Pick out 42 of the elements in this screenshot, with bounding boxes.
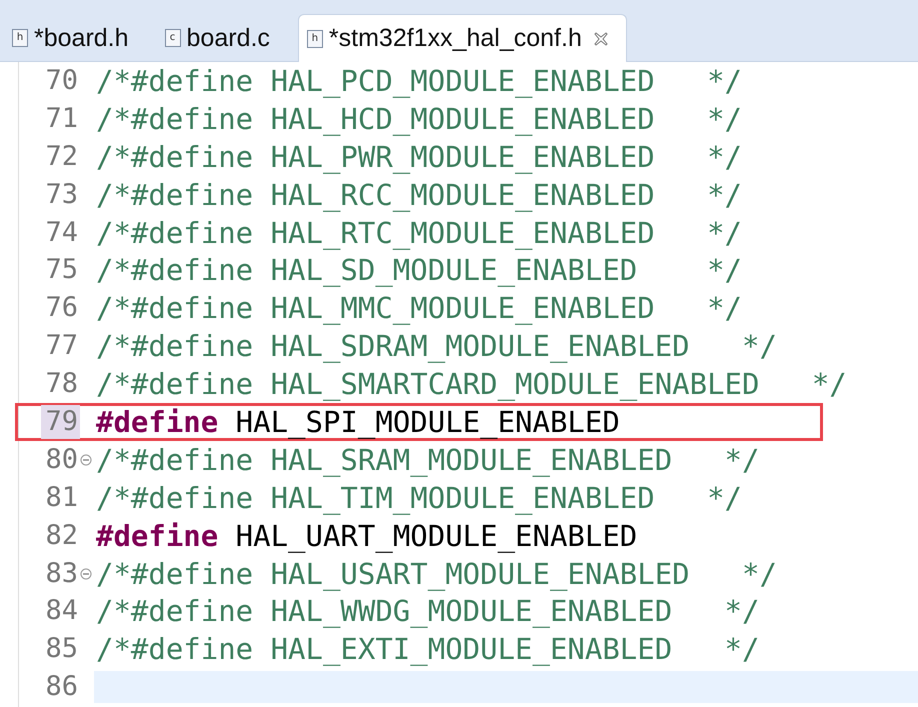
line-number: 76 (44, 291, 79, 326)
code-comment: /*#define HAL_PWR_MODULE_ENABLED */ (96, 140, 742, 174)
close-icon[interactable] (594, 32, 608, 46)
line-number: 83 (44, 556, 79, 591)
code-comment: /*#define HAL_RCC_MODULE_ENABLED */ (96, 178, 742, 212)
code-comment: /*#define HAL_RTC_MODULE_ENABLED */ (96, 216, 742, 250)
code-comment: /*#define HAL_HCD_MODULE_ENABLED */ (96, 102, 742, 136)
code-line: #define HAL_UART_MODULE_ENABLED (96, 518, 638, 553)
line-number: 74 (44, 216, 79, 250)
line-number: 85 (44, 632, 79, 666)
editor-tab[interactable]: h *board.h (4, 15, 147, 61)
line-number: 72 (44, 140, 79, 174)
collapse-icon[interactable] (80, 568, 92, 580)
line-number: 82 (44, 518, 79, 553)
line-number: 77 (44, 329, 79, 364)
editor-tab[interactable]: c board.c (156, 15, 288, 61)
line-number: 70 (44, 64, 79, 98)
file-icon: h (306, 30, 323, 48)
line-number: 80 (44, 442, 79, 477)
line-number: 71 (44, 102, 79, 136)
code-comment: /*#define HAL_PCD_MODULE_ENABLED */ (96, 64, 742, 98)
code-comment: /*#define HAL_SD_MODULE_ENABLED */ (96, 253, 742, 288)
code-comment: /*#define HAL_SMARTCARD_MODULE_ENABLED */ (96, 367, 847, 402)
line-number: 84 (44, 594, 79, 628)
collapse-icon[interactable] (80, 454, 92, 466)
line-number: 79 (41, 404, 80, 439)
editor-tab[interactable]: h *stm32f1xx_hal_conf.h (298, 14, 627, 62)
line-number: 73 (44, 178, 79, 212)
code-line: #define HAL_SPI_MODULE_ENABLED (96, 404, 620, 439)
line-number: 75 (44, 253, 79, 288)
code-comment: /*#define HAL_MMC_MODULE_ENABLED */ (96, 291, 742, 326)
line-number: 86 (44, 670, 79, 704)
code-comment: /*#define HAL_SDRAM_MODULE_ENABLED */ (96, 329, 777, 364)
file-icon: h (12, 29, 28, 47)
line-number: 81 (44, 480, 79, 515)
code-comment: /*#define HAL_WWDG_MODULE_ENABLED */ (96, 594, 760, 628)
code-comment: /*#define HAL_EXTI_MODULE_ENABLED */ (96, 632, 760, 666)
code-comment: /*#define HAL_SRAM_MODULE_ENABLED */ (96, 442, 760, 477)
code-comment: /*#define HAL_USART_MODULE_ENABLED */ (96, 556, 777, 591)
file-icon: c (164, 29, 181, 47)
code-comment: /*#define HAL_TIM_MODULE_ENABLED */ (96, 480, 742, 515)
line-number: 78 (44, 367, 79, 402)
